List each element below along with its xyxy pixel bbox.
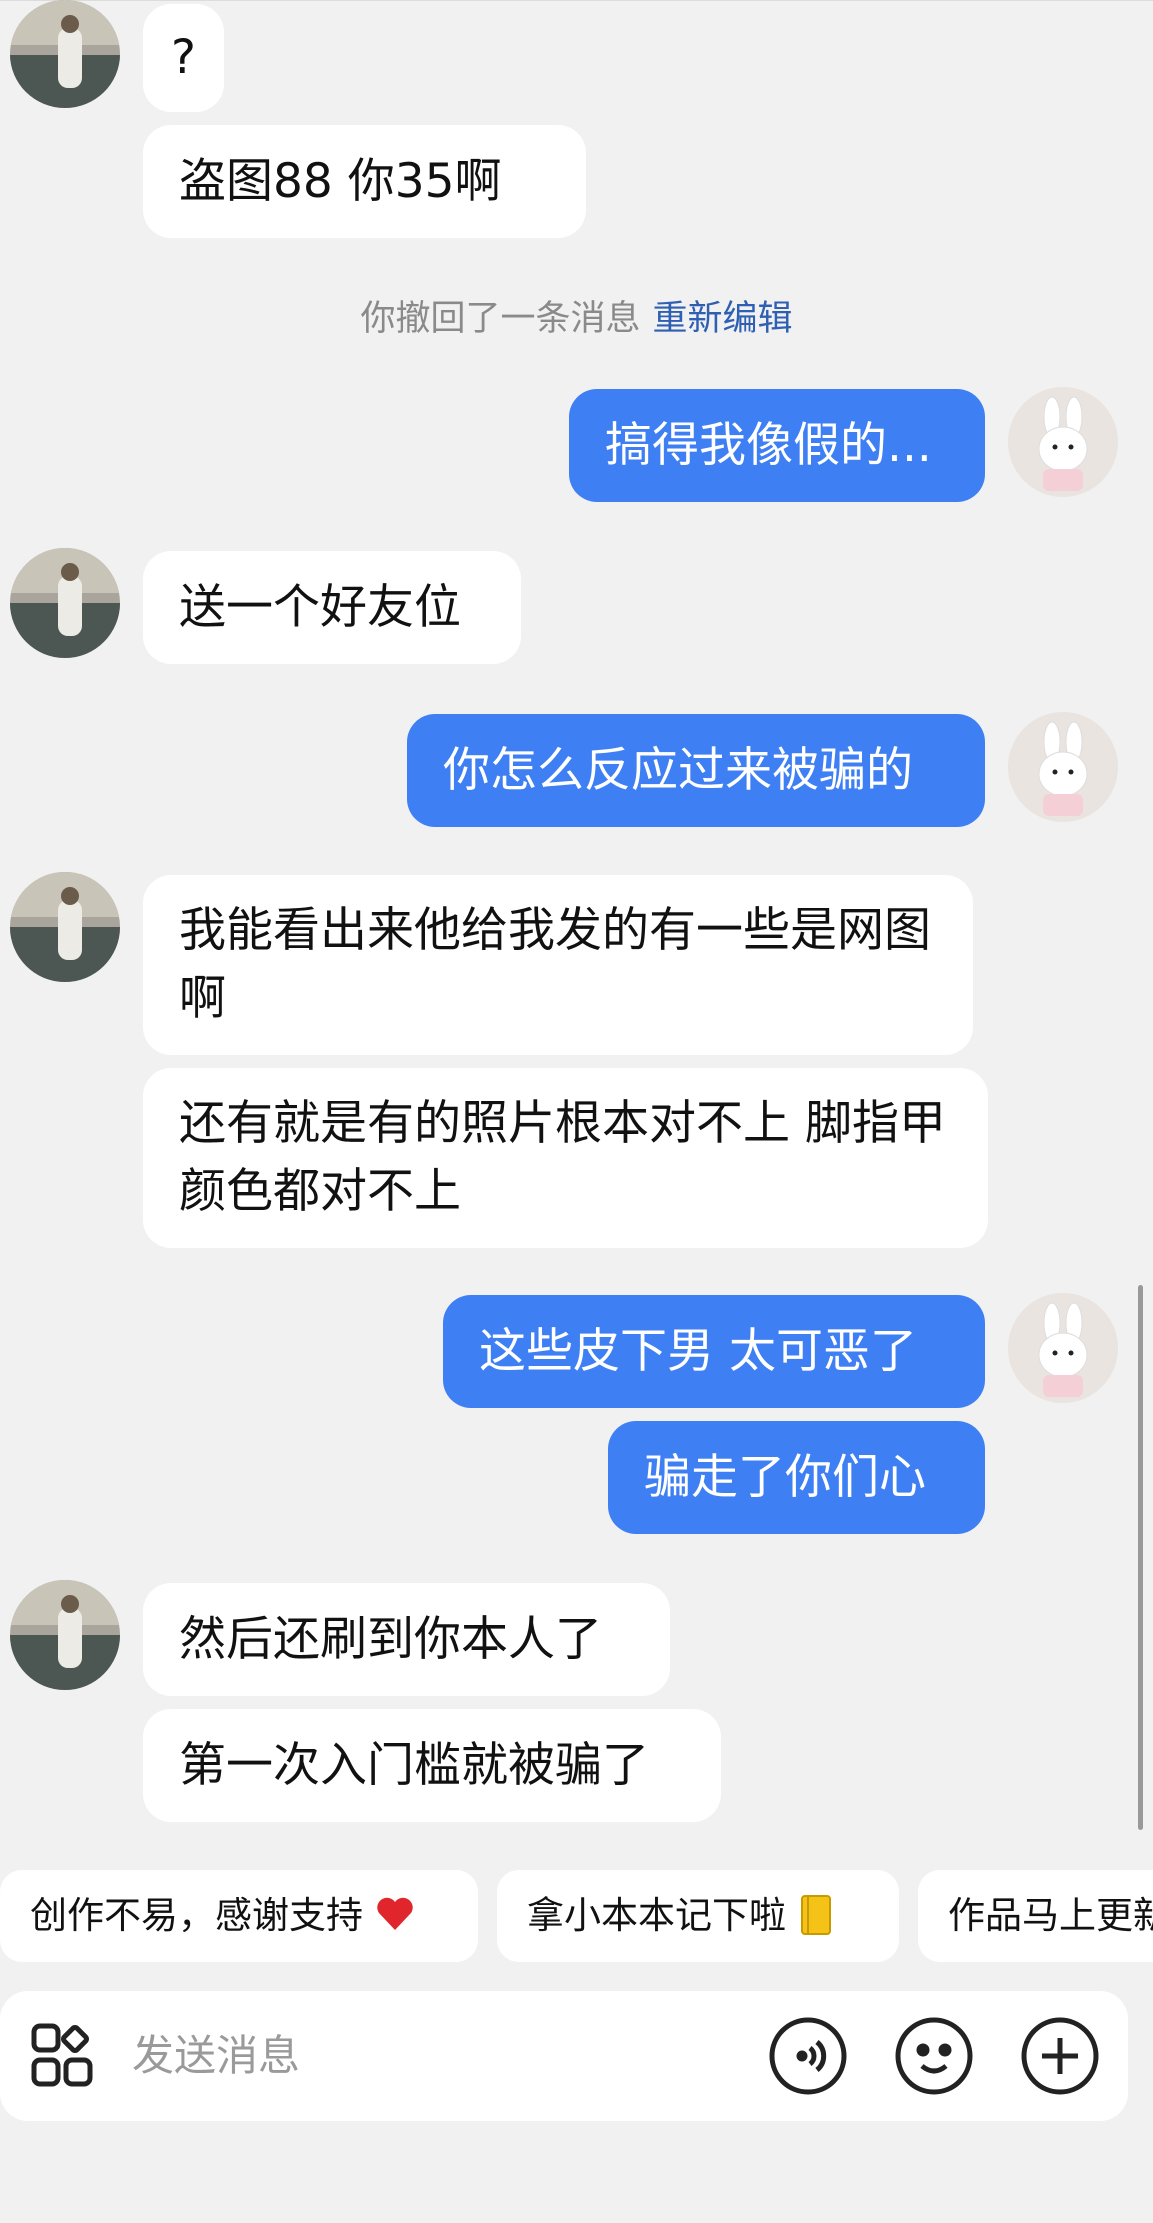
quick-reply-chip[interactable]: 拿小本本记下啦 (497, 1870, 899, 1962)
contact-avatar[interactable] (10, 0, 120, 108)
chat-scrollbar[interactable] (1138, 1285, 1143, 1830)
quick-reply-label: 拿小本本记下啦 (527, 1894, 786, 1937)
message-bubble-received[interactable]: 然后还刷到你本人了 (143, 1583, 670, 1696)
notebook-icon (798, 1878, 834, 1935)
emoji-icon[interactable] (892, 2014, 976, 2098)
my-avatar[interactable] (1008, 712, 1118, 822)
message-bubble-received[interactable]: ? (143, 4, 224, 112)
message-bubble-received[interactable]: 我能看出来他给我发的有一些是网图啊 (143, 875, 973, 1055)
quick-reply-label: 作品马上更新 (948, 1894, 1153, 1937)
voice-icon[interactable] (766, 2014, 850, 2098)
contact-avatar[interactable] (10, 872, 120, 982)
message-bubble-sent[interactable]: 你怎么反应过来被骗的 (407, 714, 985, 827)
heart-icon (375, 1876, 415, 1930)
plus-icon[interactable] (1018, 2014, 1102, 2098)
contact-avatar[interactable] (10, 1580, 120, 1690)
message-bubble-sent[interactable]: 搞得我像假的... (569, 389, 985, 502)
recall-notice-text: 你撤回了一条消息 (360, 299, 641, 339)
my-avatar[interactable] (1008, 1293, 1118, 1403)
re-edit-link[interactable]: 重新编辑 (653, 299, 793, 339)
message-bubble-sent[interactable]: 骗走了你们心 (608, 1421, 985, 1534)
quick-reply-chip[interactable]: 作品马上更新 (918, 1870, 1153, 1962)
message-bubble-sent[interactable]: 这些皮下男 太可恶了 (443, 1295, 985, 1408)
message-bubble-received[interactable]: 还有就是有的照片根本对不上 脚指甲颜色都对不上 (143, 1068, 988, 1248)
message-bubble-received[interactable]: 盗图88 你35啊 (143, 125, 586, 238)
recall-notice: 你撤回了一条消息 重新编辑 (0, 290, 1153, 341)
quick-reply-label: 创作不易，感谢支持 (30, 1894, 363, 1937)
my-avatar[interactable] (1008, 387, 1118, 497)
quick-reply-chip[interactable]: 创作不易，感谢支持 (0, 1870, 478, 1962)
message-input-bar: 发送消息 (0, 1991, 1128, 2121)
message-input[interactable]: 发送消息 (132, 1991, 300, 2121)
contact-avatar[interactable] (10, 548, 120, 658)
message-bubble-received[interactable]: 第一次入门槛就被骗了 (143, 1709, 721, 1822)
message-bubble-received[interactable]: 送一个好友位 (143, 551, 521, 664)
apps-icon[interactable] (24, 2014, 108, 2098)
